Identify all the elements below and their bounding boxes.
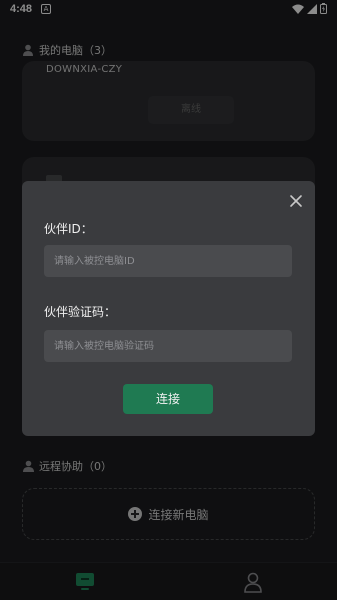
partner-id-input[interactable] <box>44 245 292 277</box>
verification-code-input[interactable] <box>44 330 292 362</box>
close-icon[interactable] <box>289 193 303 207</box>
connect-dialog: 伙伴ID： 伙伴验证码： 连接 <box>22 181 315 436</box>
connect-button[interactable]: 连接 <box>123 384 213 414</box>
verification-code-label: 伙伴验证码： <box>44 305 117 319</box>
partner-id-label: 伙伴ID： <box>44 222 93 236</box>
